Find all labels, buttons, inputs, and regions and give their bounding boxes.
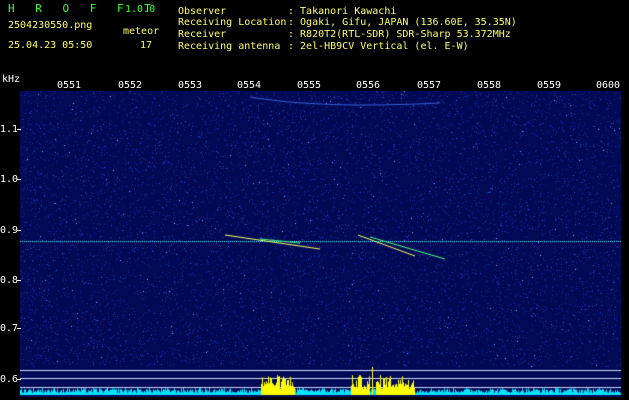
app-version: 1.0.0 xyxy=(125,4,156,15)
freq-label: 0.7 xyxy=(0,323,19,334)
freq-unit-label: kHz xyxy=(2,74,21,85)
meteor-count: 17 xyxy=(140,40,153,51)
meteor-label: meteor xyxy=(123,26,160,37)
time-label: 0558 xyxy=(477,80,502,91)
time-label: 0559 xyxy=(537,80,562,91)
observer-label: Observer xyxy=(178,6,227,17)
spectrogram xyxy=(20,91,621,397)
location-value: : Ogaki, Gifu, JAPAN (136.60E, 35.35N) xyxy=(288,17,517,28)
freq-label: 1.1 xyxy=(0,124,19,135)
date-time: 25.04.23 05:50 xyxy=(8,40,93,51)
header-panel: H R O F F T 1.0.0 2504230550.png meteor … xyxy=(0,0,629,75)
y-tick xyxy=(17,179,21,180)
y-tick xyxy=(17,280,21,281)
antenna-label: Receiving antenna xyxy=(178,41,281,52)
time-label: 0551 xyxy=(57,80,82,91)
freq-label: 0.8 xyxy=(0,275,19,286)
y-tick xyxy=(17,129,21,130)
freq-label: 1.0 xyxy=(0,174,19,185)
location-label: Receiving Location xyxy=(178,17,287,28)
receiver-label: Receiver xyxy=(178,29,227,40)
freq-label: 0.6 xyxy=(0,374,19,385)
time-label: 0555 xyxy=(297,80,322,91)
file-name: 2504230550.png xyxy=(8,20,93,31)
y-tick xyxy=(17,230,21,231)
time-label: 0553 xyxy=(178,80,203,91)
time-label: 0600 xyxy=(596,80,621,91)
freq-label: 0.9 xyxy=(0,225,19,236)
observer-value: : Takanori Kawachi xyxy=(288,6,397,17)
time-label: 0554 xyxy=(237,80,262,91)
antenna-value: : 2el-HB9CV Vertical (el. E-W) xyxy=(288,41,469,52)
y-tick xyxy=(17,379,21,380)
time-label: 0552 xyxy=(118,80,143,91)
time-label: 0556 xyxy=(356,80,381,91)
y-tick xyxy=(17,328,21,329)
time-label: 0557 xyxy=(417,80,442,91)
receiver-value: : R820T2(RTL-SDR) SDR-Sharp 53.372MHz xyxy=(288,29,511,40)
